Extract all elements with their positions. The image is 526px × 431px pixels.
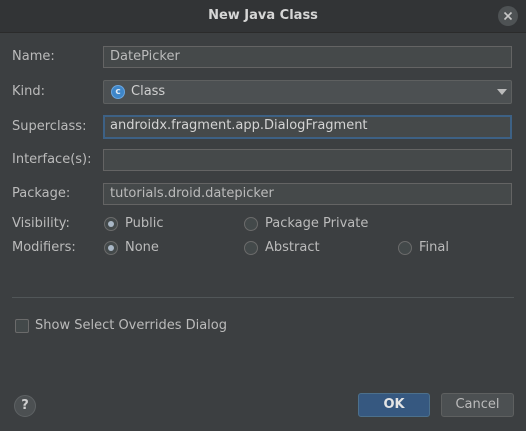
- radio-label: Public: [125, 216, 164, 231]
- help-button[interactable]: ?: [14, 395, 36, 417]
- separator: [12, 297, 514, 298]
- close-button[interactable]: [498, 6, 518, 26]
- radio-label: None: [125, 240, 159, 255]
- superclass-input[interactable]: androidx.fragment.app.DialogFragment: [103, 115, 512, 139]
- interfaces-input[interactable]: [103, 149, 512, 171]
- radio-circle: [398, 241, 412, 255]
- radio-label: Final: [419, 240, 449, 255]
- radio-circle: [244, 217, 258, 231]
- modifiers-label: Modifiers:: [12, 240, 76, 255]
- kind-selected-value: Class: [131, 84, 166, 99]
- ok-button[interactable]: OK: [358, 393, 430, 417]
- radio-circle: [244, 241, 258, 255]
- help-icon: ?: [21, 398, 29, 413]
- kind-select[interactable]: c Class: [103, 80, 512, 104]
- package-input[interactable]: tutorials.droid.datepicker: [103, 183, 512, 205]
- title-bar: New Java Class: [0, 0, 526, 33]
- radio-circle: [104, 217, 118, 231]
- chevron-down-icon: [497, 89, 507, 95]
- cancel-button[interactable]: Cancel: [441, 393, 514, 417]
- radio-circle: [104, 241, 118, 255]
- name-label: Name:: [12, 49, 55, 64]
- superclass-label: Superclass:: [12, 119, 87, 134]
- visibility-label: Visibility:: [12, 216, 70, 231]
- class-c-icon: c: [111, 85, 125, 99]
- kind-label: Kind:: [12, 84, 46, 99]
- close-icon: [503, 11, 513, 21]
- new-java-class-dialog: New Java Class Name: DatePicker Kind: c …: [0, 0, 526, 431]
- interfaces-label: Interface(s):: [12, 152, 92, 167]
- radio-label: Package Private: [265, 216, 369, 231]
- radio-label: Abstract: [265, 240, 320, 255]
- dialog-title: New Java Class: [208, 8, 318, 23]
- show-overrides-label[interactable]: Show Select Overrides Dialog: [35, 318, 227, 333]
- show-overrides-checkbox[interactable]: [15, 319, 29, 333]
- name-input[interactable]: DatePicker: [103, 46, 512, 68]
- package-label: Package:: [12, 186, 71, 201]
